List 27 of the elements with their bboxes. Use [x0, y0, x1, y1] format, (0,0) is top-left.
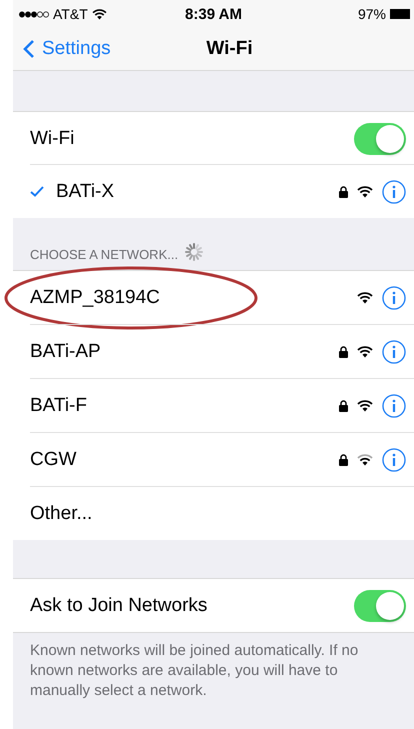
- section-header: CHOOSE A NETWORK...: [30, 247, 178, 262]
- info-button[interactable]: [382, 286, 406, 310]
- info-button[interactable]: [382, 448, 406, 472]
- info-button[interactable]: [382, 180, 406, 204]
- ask-to-join-toggle[interactable]: [354, 590, 406, 622]
- info-button[interactable]: [382, 340, 406, 364]
- back-button[interactable]: Settings: [13, 38, 111, 60]
- chevron-left-icon: [23, 39, 35, 59]
- footer-note: Known networks will be joined automatically. If no known networks are available, you will have to manually select a network.: [30, 641, 360, 701]
- ask-to-join-label: Ask to Join Networks: [30, 594, 208, 616]
- other-network-item[interactable]: Other...: [30, 502, 92, 524]
- carrier-label: AT&T: [53, 6, 88, 22]
- checkmark-icon: [30, 186, 44, 197]
- info-button[interactable]: [382, 394, 406, 418]
- status-time: 8:39 AM: [185, 6, 242, 22]
- network-list-item[interactable]: BATi-AP: [30, 340, 101, 362]
- network-list-item[interactable]: CGW: [30, 448, 76, 470]
- battery-icon: [390, 9, 410, 19]
- network-list-item[interactable]: AZMP_38194C: [30, 286, 357, 308]
- network-list-item[interactable]: BATi-F: [30, 394, 87, 416]
- network-name: BATi-X: [56, 180, 116, 202]
- wifi-toggle[interactable]: [354, 122, 406, 154]
- wifi-icon: [92, 8, 107, 20]
- wifi-label: Wi-Fi: [30, 128, 76, 150]
- battery-percent: 97%: [358, 6, 386, 22]
- nav-title: Wi-Fi: [206, 38, 253, 60]
- signal-strength-icon: [19, 10, 49, 18]
